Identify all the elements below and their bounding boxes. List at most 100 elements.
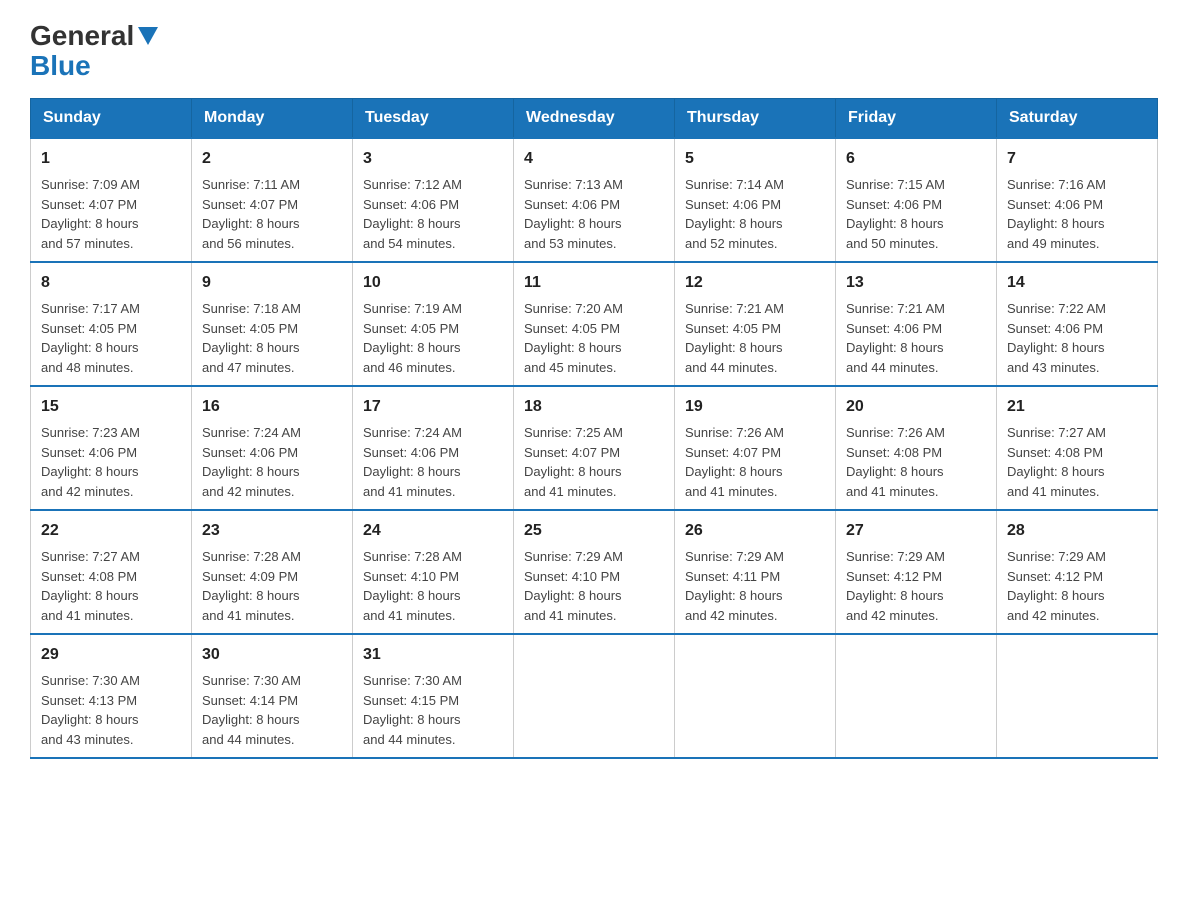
day-sunset: Sunset: 4:07 PM [202, 197, 298, 212]
page-header: General Blue [30, 20, 1158, 82]
day-daylight-cont: and 41 minutes. [41, 608, 134, 623]
day-daylight-cont: and 41 minutes. [363, 484, 456, 499]
calendar-cell: 12 Sunrise: 7:21 AM Sunset: 4:05 PM Dayl… [675, 262, 836, 386]
day-daylight: Daylight: 8 hours [363, 588, 461, 603]
day-sunrise: Sunrise: 7:29 AM [685, 549, 784, 564]
day-daylight: Daylight: 8 hours [202, 588, 300, 603]
day-number: 25 [524, 519, 664, 543]
day-sunset: Sunset: 4:07 PM [685, 445, 781, 460]
day-sunset: Sunset: 4:11 PM [685, 569, 780, 584]
col-header-sunday: Sunday [31, 99, 192, 139]
day-sunset: Sunset: 4:10 PM [363, 569, 459, 584]
day-sunrise: Sunrise: 7:24 AM [363, 425, 462, 440]
day-daylight-cont: and 44 minutes. [846, 360, 939, 375]
logo: General Blue [30, 20, 158, 82]
day-sunset: Sunset: 4:07 PM [41, 197, 137, 212]
day-daylight: Daylight: 8 hours [1007, 216, 1105, 231]
day-number: 16 [202, 395, 342, 419]
col-header-thursday: Thursday [675, 99, 836, 139]
calendar-cell: 21 Sunrise: 7:27 AM Sunset: 4:08 PM Dayl… [997, 386, 1158, 510]
day-number: 9 [202, 271, 342, 295]
day-number: 10 [363, 271, 503, 295]
calendar-cell: 31 Sunrise: 7:30 AM Sunset: 4:15 PM Dayl… [353, 634, 514, 758]
day-daylight-cont: and 44 minutes. [202, 732, 295, 747]
day-sunset: Sunset: 4:06 PM [202, 445, 298, 460]
day-sunrise: Sunrise: 7:24 AM [202, 425, 301, 440]
logo-blue-text: Blue [30, 50, 158, 82]
calendar-cell: 14 Sunrise: 7:22 AM Sunset: 4:06 PM Dayl… [997, 262, 1158, 386]
day-daylight-cont: and 42 minutes. [41, 484, 134, 499]
day-number: 26 [685, 519, 825, 543]
day-sunset: Sunset: 4:06 PM [685, 197, 781, 212]
day-number: 30 [202, 643, 342, 667]
calendar-cell: 16 Sunrise: 7:24 AM Sunset: 4:06 PM Dayl… [192, 386, 353, 510]
day-number: 17 [363, 395, 503, 419]
calendar-cell: 1 Sunrise: 7:09 AM Sunset: 4:07 PM Dayli… [31, 138, 192, 262]
day-sunrise: Sunrise: 7:27 AM [1007, 425, 1106, 440]
calendar-cell: 19 Sunrise: 7:26 AM Sunset: 4:07 PM Dayl… [675, 386, 836, 510]
day-sunset: Sunset: 4:06 PM [363, 197, 459, 212]
calendar-cell [997, 634, 1158, 758]
day-daylight-cont: and 47 minutes. [202, 360, 295, 375]
day-daylight: Daylight: 8 hours [41, 340, 139, 355]
calendar-cell: 8 Sunrise: 7:17 AM Sunset: 4:05 PM Dayli… [31, 262, 192, 386]
day-sunrise: Sunrise: 7:30 AM [202, 673, 301, 688]
calendar-cell: 28 Sunrise: 7:29 AM Sunset: 4:12 PM Dayl… [997, 510, 1158, 634]
calendar-cell [514, 634, 675, 758]
day-number: 29 [41, 643, 181, 667]
day-daylight-cont: and 48 minutes. [41, 360, 134, 375]
day-sunrise: Sunrise: 7:26 AM [685, 425, 784, 440]
day-sunrise: Sunrise: 7:16 AM [1007, 177, 1106, 192]
day-daylight: Daylight: 8 hours [685, 340, 783, 355]
day-sunrise: Sunrise: 7:18 AM [202, 301, 301, 316]
col-header-monday: Monday [192, 99, 353, 139]
day-number: 21 [1007, 395, 1147, 419]
calendar-cell: 24 Sunrise: 7:28 AM Sunset: 4:10 PM Dayl… [353, 510, 514, 634]
calendar-cell: 25 Sunrise: 7:29 AM Sunset: 4:10 PM Dayl… [514, 510, 675, 634]
day-number: 6 [846, 147, 986, 171]
col-header-wednesday: Wednesday [514, 99, 675, 139]
calendar-cell: 10 Sunrise: 7:19 AM Sunset: 4:05 PM Dayl… [353, 262, 514, 386]
day-sunset: Sunset: 4:05 PM [363, 321, 459, 336]
day-sunrise: Sunrise: 7:26 AM [846, 425, 945, 440]
col-header-tuesday: Tuesday [353, 99, 514, 139]
day-sunset: Sunset: 4:08 PM [1007, 445, 1103, 460]
day-daylight: Daylight: 8 hours [846, 464, 944, 479]
day-daylight: Daylight: 8 hours [524, 216, 622, 231]
day-daylight: Daylight: 8 hours [1007, 340, 1105, 355]
day-daylight: Daylight: 8 hours [363, 216, 461, 231]
day-daylight: Daylight: 8 hours [41, 588, 139, 603]
day-number: 11 [524, 271, 664, 295]
day-daylight-cont: and 45 minutes. [524, 360, 617, 375]
day-sunrise: Sunrise: 7:09 AM [41, 177, 140, 192]
calendar-cell: 9 Sunrise: 7:18 AM Sunset: 4:05 PM Dayli… [192, 262, 353, 386]
day-sunrise: Sunrise: 7:11 AM [202, 177, 300, 192]
day-number: 18 [524, 395, 664, 419]
day-daylight-cont: and 41 minutes. [685, 484, 778, 499]
day-sunrise: Sunrise: 7:23 AM [41, 425, 140, 440]
calendar-cell: 11 Sunrise: 7:20 AM Sunset: 4:05 PM Dayl… [514, 262, 675, 386]
day-sunset: Sunset: 4:12 PM [1007, 569, 1103, 584]
day-sunrise: Sunrise: 7:19 AM [363, 301, 462, 316]
day-sunset: Sunset: 4:05 PM [524, 321, 620, 336]
day-number: 22 [41, 519, 181, 543]
day-daylight: Daylight: 8 hours [846, 340, 944, 355]
day-sunset: Sunset: 4:06 PM [524, 197, 620, 212]
day-daylight-cont: and 52 minutes. [685, 236, 778, 251]
day-sunset: Sunset: 4:05 PM [202, 321, 298, 336]
day-sunrise: Sunrise: 7:29 AM [524, 549, 623, 564]
day-daylight-cont: and 41 minutes. [1007, 484, 1100, 499]
day-daylight: Daylight: 8 hours [524, 588, 622, 603]
day-sunset: Sunset: 4:08 PM [41, 569, 137, 584]
logo-triangle-icon [138, 27, 158, 45]
calendar-cell: 4 Sunrise: 7:13 AM Sunset: 4:06 PM Dayli… [514, 138, 675, 262]
day-daylight: Daylight: 8 hours [202, 216, 300, 231]
day-number: 3 [363, 147, 503, 171]
day-sunrise: Sunrise: 7:21 AM [685, 301, 784, 316]
day-number: 31 [363, 643, 503, 667]
day-daylight: Daylight: 8 hours [363, 464, 461, 479]
day-number: 2 [202, 147, 342, 171]
calendar-week-row: 29 Sunrise: 7:30 AM Sunset: 4:13 PM Dayl… [31, 634, 1158, 758]
calendar-cell [836, 634, 997, 758]
day-daylight-cont: and 43 minutes. [1007, 360, 1100, 375]
